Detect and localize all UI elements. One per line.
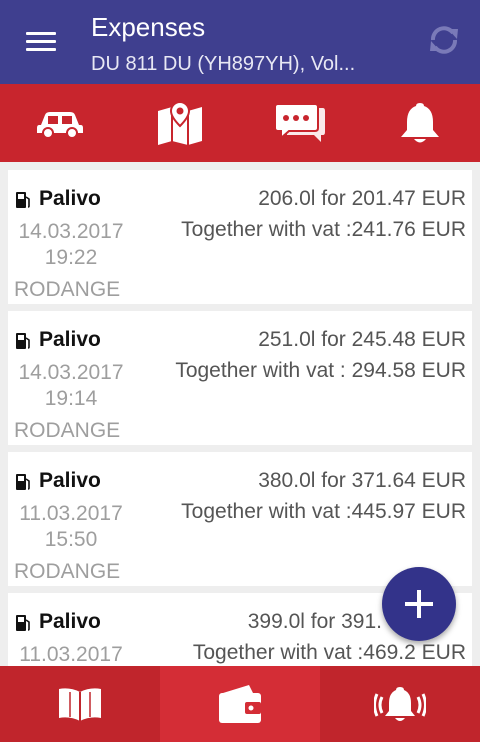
alarm-bell-icon xyxy=(374,687,426,721)
tab-vehicle[interactable] xyxy=(0,84,120,162)
bottom-nav xyxy=(0,666,480,742)
expense-amount: 206.0l for 201.47 EUR xyxy=(258,187,466,210)
page-title: Expenses xyxy=(91,12,206,42)
expense-date: 14.03.2017 xyxy=(18,361,124,384)
expense-vat: Together with vat :445.97 EUR xyxy=(181,500,466,523)
expense-vat: Together with vat : 294.58 EUR xyxy=(175,359,466,382)
wallet-icon xyxy=(219,685,261,723)
expense-vat: Together with vat :469.2 EUR xyxy=(192,641,466,664)
expense-type: Palivo xyxy=(39,187,101,210)
add-expense-button[interactable] xyxy=(382,567,456,641)
expense-vat: Together with vat :241.76 EUR xyxy=(181,218,466,241)
bottom-nav-expenses[interactable] xyxy=(160,666,320,742)
tab-messages[interactable] xyxy=(240,84,360,162)
expense-place: RODANGE xyxy=(14,278,121,301)
expense-date: 11.03.2017 xyxy=(19,643,123,666)
expense-amount: 380.0l for 371.64 EUR xyxy=(258,469,466,492)
tab-map[interactable] xyxy=(120,84,240,162)
book-icon xyxy=(59,688,101,721)
fuel-pump-icon xyxy=(16,192,30,208)
fuel-pump-icon xyxy=(16,615,30,631)
app-bar: Expenses DU 811 DU (YH897YH), Vol... xyxy=(0,0,480,84)
expense-type: Palivo xyxy=(39,469,101,492)
expense-time: 19:22 xyxy=(44,246,98,269)
bell-icon xyxy=(401,103,439,143)
expense-time: 15:50 xyxy=(44,528,98,551)
expense-item[interactable]: Palivo 380.0l for 371.64 EUR 11.03.2017 … xyxy=(8,452,472,586)
expense-type: Palivo xyxy=(39,610,101,633)
expense-amount: 251.0l for 245.48 EUR xyxy=(258,328,466,351)
top-tab-bar xyxy=(0,84,480,162)
vehicle-subtitle[interactable]: DU 811 DU (YH897YH), Vol... xyxy=(91,52,401,76)
fuel-pump-icon xyxy=(16,474,30,490)
expense-item[interactable]: Palivo 251.0l for 245.48 EUR 14.03.2017 … xyxy=(8,311,472,445)
expense-place: RODANGE xyxy=(14,419,121,442)
bottom-nav-alerts[interactable] xyxy=(320,666,480,742)
expense-amount: 399.0l for 391. xyxy=(247,610,382,633)
expense-time: 19:14 xyxy=(44,387,98,410)
bottom-nav-logbook[interactable] xyxy=(0,666,160,742)
expense-date: 14.03.2017 xyxy=(18,220,124,243)
expense-type: Palivo xyxy=(39,328,101,351)
expense-item[interactable]: Palivo 206.0l for 201.47 EUR 14.03.2017 … xyxy=(8,170,472,304)
expense-date: 11.03.2017 xyxy=(19,502,123,525)
expense-place: RODANGE xyxy=(14,560,121,583)
refresh-icon[interactable] xyxy=(424,20,464,60)
menu-icon[interactable] xyxy=(26,29,56,53)
car-icon xyxy=(37,112,83,139)
chat-icon xyxy=(275,103,325,142)
tab-notifications[interactable] xyxy=(360,84,480,162)
fuel-pump-icon xyxy=(16,333,30,349)
map-icon xyxy=(158,100,202,145)
